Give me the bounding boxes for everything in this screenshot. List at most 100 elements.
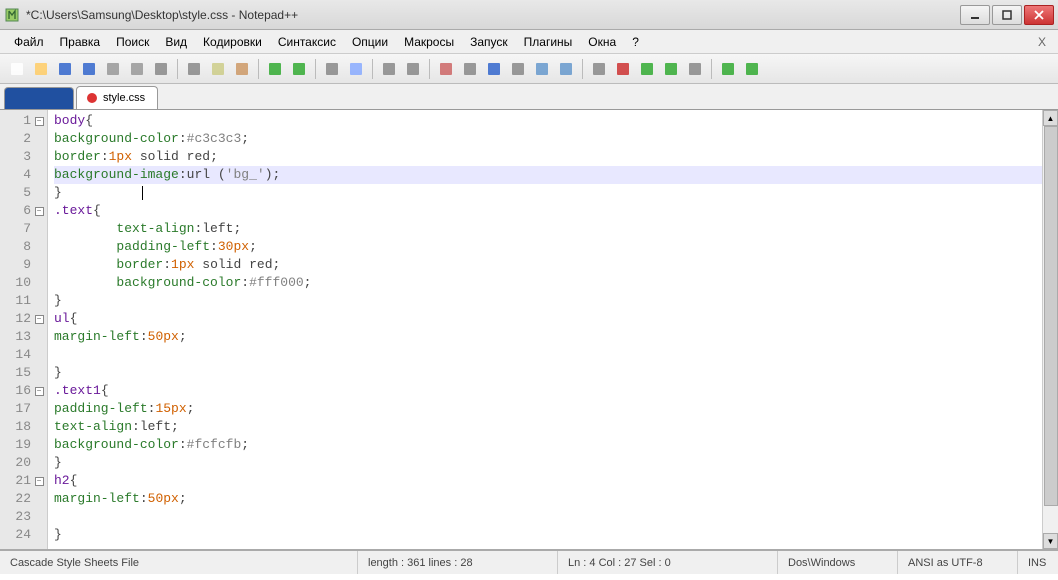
file-modified-icon [85,91,99,105]
rec-button[interactable] [612,58,634,80]
zoom-in-button[interactable] [378,58,400,80]
code-line[interactable]: text-align:left; [54,220,1042,238]
statusbar: Cascade Style Sheets File length : 361 l… [0,550,1058,574]
open-button[interactable] [30,58,52,80]
mdi-close-button[interactable]: X [1032,35,1052,49]
gutter: 1−23456−789101112−13141516−1718192021−22… [0,110,48,549]
find-button[interactable] [321,58,343,80]
code-line[interactable]: ul{ [54,310,1042,328]
menu-правка[interactable]: Правка [52,33,109,51]
close-button[interactable] [1024,5,1054,25]
line-number: 21− [0,472,47,490]
code-line[interactable]: border:1px solid red; [54,256,1042,274]
menu-запуск[interactable]: Запуск [462,33,516,51]
scroll-down-button[interactable]: ▼ [1043,533,1058,549]
sync-button[interactable] [435,58,457,80]
toolbar-separator [315,59,316,79]
line-number: 1− [0,112,47,130]
close-all-button[interactable] [126,58,148,80]
menu-плагины[interactable]: Плагины [516,33,581,51]
fold-toggle-icon[interactable]: − [35,387,44,396]
code-line[interactable]: body{ [54,112,1042,130]
code-line[interactable]: text-align:left; [54,418,1042,436]
fold-toggle-icon[interactable]: − [35,477,44,486]
replace-button[interactable] [345,58,367,80]
toolbar-separator [177,59,178,79]
code-line[interactable]: } [54,454,1042,472]
paste-button[interactable] [231,58,253,80]
code-line[interactable]: padding-left:15px; [54,400,1042,418]
code-line[interactable]: h2{ [54,472,1042,490]
menu-поиск[interactable]: Поиск [108,33,157,51]
save-button[interactable] [54,58,76,80]
editor: 1−23456−789101112−13141516−1718192021−22… [0,110,1058,550]
undo-button[interactable] [264,58,286,80]
save-all-button[interactable] [78,58,100,80]
line-number: 2 [0,130,47,148]
code-line[interactable]: padding-left:30px; [54,238,1042,256]
tab-blank[interactable] [4,87,74,109]
line-number: 22 [0,490,47,508]
menu-?[interactable]: ? [624,33,647,51]
code-line[interactable]: } [54,184,1042,202]
menu-окна[interactable]: Окна [580,33,624,51]
redo-button[interactable] [288,58,310,80]
maximize-button[interactable] [992,5,1022,25]
code-line[interactable]: .text1{ [54,382,1042,400]
spellcheck-button[interactable] [717,58,739,80]
fold-button[interactable] [531,58,553,80]
code-line[interactable]: .text{ [54,202,1042,220]
toolbar-separator [372,59,373,79]
indent-button[interactable] [507,58,529,80]
menu-файл[interactable]: Файл [6,33,52,51]
play-button[interactable] [636,58,658,80]
tab-bar: style.css [0,84,1058,110]
wrap-button[interactable] [459,58,481,80]
code-line[interactable]: border:1px solid red; [54,148,1042,166]
code-line[interactable]: } [54,526,1042,544]
code-area[interactable]: body{background-color:#c3c3c3;border:1px… [48,110,1042,549]
new-button[interactable] [6,58,28,80]
tab-style.css[interactable]: style.css [76,86,158,109]
code-line[interactable]: background-image:url ('bg_'); [54,166,1042,184]
code-line[interactable]: background-color:#c3c3c3; [54,130,1042,148]
line-number: 17 [0,400,47,418]
line-number: 12− [0,310,47,328]
line-number: 23 [0,508,47,526]
close-button[interactable] [102,58,124,80]
fold-toggle-icon[interactable]: − [35,315,44,324]
status-filetype: Cascade Style Sheets File [0,551,358,574]
menu-опции[interactable]: Опции [344,33,396,51]
code-line[interactable]: } [54,364,1042,382]
code-line[interactable]: background-color:#fcfcfb; [54,436,1042,454]
vertical-scrollbar[interactable]: ▲ ▼ [1042,110,1058,549]
record-button[interactable] [684,58,706,80]
menu-вид[interactable]: Вид [157,33,195,51]
code-line[interactable] [54,346,1042,364]
fold-toggle-icon[interactable]: − [35,207,44,216]
toolbar-separator [258,59,259,79]
code-line[interactable]: } [54,292,1042,310]
print-button[interactable] [150,58,172,80]
menu-синтаксис[interactable]: Синтаксис [270,33,344,51]
hide-button[interactable] [588,58,610,80]
zoom-out-button[interactable] [402,58,424,80]
code-line[interactable]: margin-left:50px; [54,490,1042,508]
all-chars-button[interactable] [483,58,505,80]
copy-button[interactable] [207,58,229,80]
scrollbar-thumb[interactable] [1044,126,1058,506]
spell-next-button[interactable] [741,58,763,80]
menu-макросы[interactable]: Макросы [396,33,462,51]
fold-toggle-icon[interactable]: − [35,117,44,126]
code-line[interactable]: background-color:#fff000; [54,274,1042,292]
minimize-button[interactable] [960,5,990,25]
code-line[interactable]: margin-left:50px; [54,328,1042,346]
scroll-up-button[interactable]: ▲ [1043,110,1058,126]
play-multi-button[interactable] [660,58,682,80]
line-number: 4 [0,166,47,184]
unfold-button[interactable] [555,58,577,80]
menu-кодировки[interactable]: Кодировки [195,33,270,51]
tab-label: style.css [103,92,145,104]
cut-button[interactable] [183,58,205,80]
code-line[interactable] [54,508,1042,526]
